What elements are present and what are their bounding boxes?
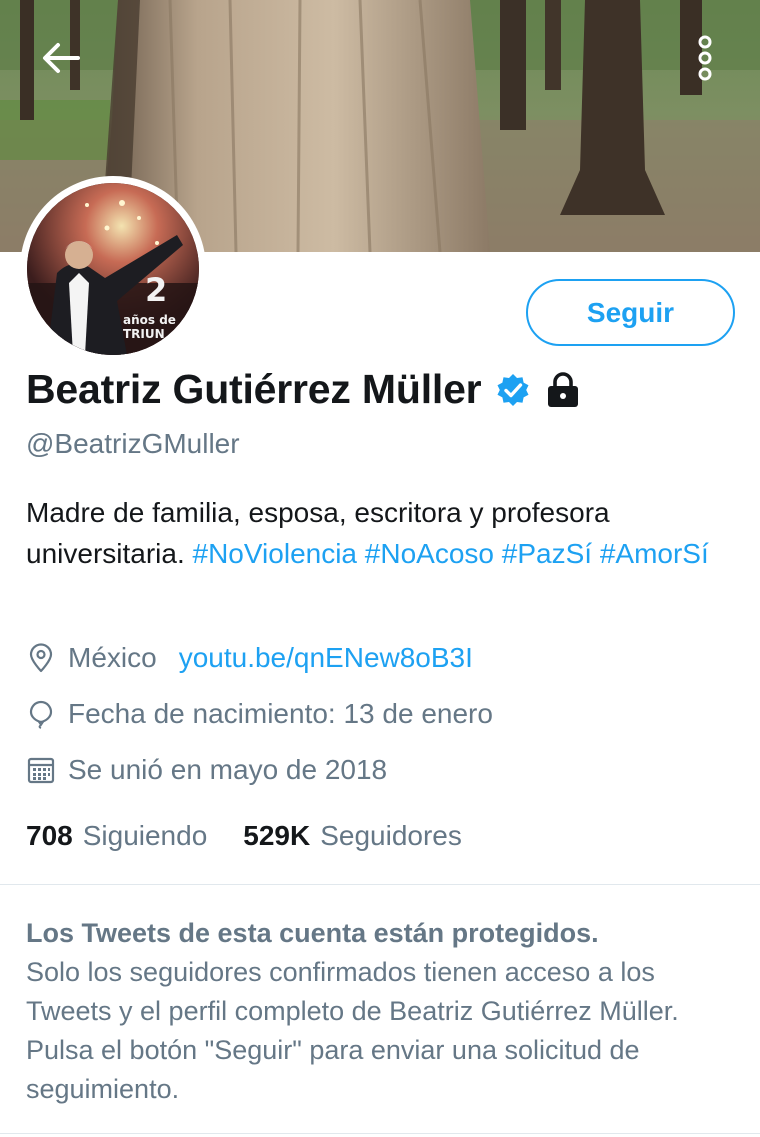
hashtag-link[interactable]: #AmorSí bbox=[600, 538, 709, 569]
more-vertical-icon bbox=[698, 35, 712, 81]
following-link[interactable]: 708 Siguiendo bbox=[26, 820, 207, 852]
location-text: México bbox=[68, 642, 157, 673]
avatar-image: 2 años de TRIUN bbox=[27, 183, 199, 355]
divider bbox=[0, 1133, 760, 1134]
joined-text: Se unió en mayo de 2018 bbox=[68, 754, 388, 785]
followers-label: Seguidores bbox=[320, 820, 462, 851]
back-button[interactable] bbox=[30, 32, 90, 84]
avatar-caption: años de TRIUN bbox=[123, 313, 176, 341]
avatar-badge-number: 2 bbox=[145, 271, 168, 309]
website-link[interactable]: youtu.be/qnENew8oB3I bbox=[179, 642, 473, 674]
avatar[interactable]: 2 años de TRIUN bbox=[20, 176, 206, 362]
balloon-icon bbox=[29, 700, 53, 729]
profile-stats: 708 Siguiendo 529K Seguidores bbox=[26, 820, 462, 852]
arrow-left-icon bbox=[43, 43, 80, 73]
location-pin-icon bbox=[29, 643, 53, 673]
protected-tweets-notice: Los Tweets de esta cuenta están protegid… bbox=[26, 914, 742, 1109]
birthday-row: Fecha de nacimiento: 13 de enero bbox=[26, 698, 493, 730]
following-count: 708 bbox=[26, 820, 73, 851]
profile-bio: Madre de familia, esposa, escritora y pr… bbox=[26, 492, 736, 574]
profile-handle: @BeatrizGMuller bbox=[26, 428, 240, 459]
lock-icon bbox=[548, 371, 579, 407]
hashtag-link[interactable]: #NoViolencia bbox=[193, 538, 358, 569]
follow-button[interactable]: Seguir bbox=[526, 279, 735, 346]
calendar-icon bbox=[27, 757, 55, 784]
more-options-button[interactable] bbox=[680, 28, 730, 88]
protected-notice-title: Los Tweets de esta cuenta están protegid… bbox=[26, 918, 599, 948]
divider bbox=[0, 884, 760, 885]
joined-row: Se unió en mayo de 2018 bbox=[26, 754, 387, 786]
hashtag-link[interactable]: #NoAcoso bbox=[365, 538, 494, 569]
birthday-text: Fecha de nacimiento: 13 de enero bbox=[68, 698, 493, 729]
profile-name-row: Beatriz Gutiérrez Müller bbox=[26, 366, 581, 413]
following-label: Siguiendo bbox=[82, 820, 208, 851]
location-row: México youtu.be/qnENew8oB3I bbox=[26, 642, 473, 674]
followers-count: 529K bbox=[243, 820, 311, 851]
profile-name: Beatriz Gutiérrez Müller bbox=[26, 366, 482, 412]
verified-badge-icon bbox=[497, 373, 529, 406]
hashtag-link[interactable]: #PazSí bbox=[502, 538, 592, 569]
followers-link[interactable]: 529K Seguidores bbox=[243, 820, 462, 852]
protected-notice-body: Solo los seguidores confirmados tienen a… bbox=[26, 957, 679, 1104]
